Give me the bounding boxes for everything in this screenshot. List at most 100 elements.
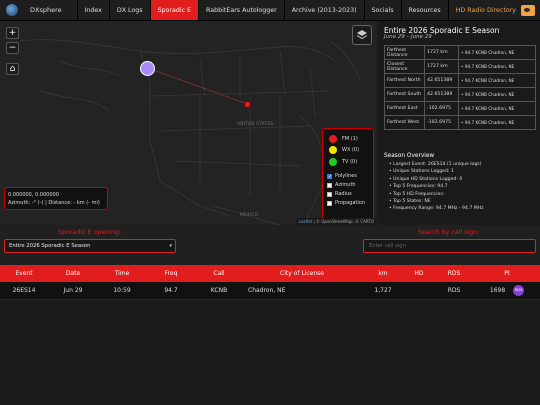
polyline: [147, 67, 248, 105]
stat-label: Closest Distance: [384, 59, 425, 74]
receiver-location-marker[interactable]: [140, 61, 155, 76]
propagation-label: Propagation: [335, 200, 365, 206]
stat-row: Farthest North 42.651389 • 94.7 KCNB Chadr…: [384, 73, 536, 88]
opening-select[interactable]: Entire 2026 Sporadic E Season ▾: [4, 239, 176, 253]
stat-station: • 94.7 KCNB Chadron, NE: [458, 45, 536, 60]
col-event[interactable]: Event: [0, 265, 48, 282]
cell-pi: 1698 RDS: [474, 282, 540, 300]
option-azimuth[interactable]: Azimuth: [327, 181, 369, 190]
chevron-down-icon: ▾: [169, 243, 172, 249]
season-stats-table: Farthest Distance 1727 km • 94.7 KCNB Chad…: [384, 45, 536, 130]
stat-label: Farthest Distance: [384, 45, 425, 60]
polylines-checkbox[interactable]: ✓: [327, 173, 332, 179]
stat-label: Farthest East: [384, 101, 425, 116]
option-polylines[interactable]: ✓ Polylines: [327, 172, 369, 181]
zoom-out-button[interactable]: −: [6, 42, 19, 54]
stat-station: • 94.7 KCNB Chadron, NE: [458, 115, 536, 130]
cell-freq: 94.7: [146, 282, 196, 300]
option-propagation[interactable]: Propagation: [327, 199, 369, 208]
stat-row: Farthest East -102.6975 • 94.7 KCNB Chadro…: [384, 101, 536, 116]
home-icon[interactable]: ⌂: [6, 63, 19, 75]
station-marker-fm[interactable]: [244, 101, 251, 108]
col-freq[interactable]: Freq: [146, 265, 196, 282]
overview-item: Largest Event: 26ES14 (1 unique logs): [389, 161, 484, 168]
map-legend: FM (1) WX (0) TV (0) ✓ Polylines Azimuth…: [322, 128, 374, 223]
nav-archive[interactable]: Archive (2013-2023): [283, 0, 364, 20]
col-time[interactable]: Time: [98, 265, 146, 282]
stat-row: Closest Distance 1727 km • 94.7 KCNB Chadr…: [384, 59, 536, 74]
polylines-label: Polylines: [335, 173, 357, 179]
map-attribution: Leaflet | © OpenStreetMap, © CARTO: [295, 218, 377, 225]
overview-item: Top 5 HD Frequencies:: [389, 191, 484, 198]
legend-wx: WX (0): [327, 145, 369, 157]
stat-label: Farthest North: [384, 73, 425, 88]
stat-station: • 94.7 KCNB Chadron, NE: [458, 73, 536, 88]
stat-value: -102.6975: [424, 101, 459, 116]
nav-hd-radio-label: HD Radio Directory: [455, 6, 516, 14]
col-call[interactable]: Call: [196, 265, 242, 282]
pi-code: 1698: [489, 286, 506, 294]
opening-select-value: Entire 2026 Sporadic E Season: [9, 243, 91, 249]
col-rds[interactable]: RDS: [434, 265, 474, 282]
cell-city: Chadron, NE: [242, 282, 362, 300]
leaflet-link[interactable]: Leaflet: [299, 219, 313, 224]
overview-item: Frequency Range: 94.7 MHz - 94.7 MHz: [389, 205, 483, 212]
overview-item: Top 5 Frequencies: 94.7: [389, 183, 484, 190]
opening-label: Sporadic E opening:: [58, 229, 122, 236]
cell-event: 26ES14: [0, 282, 48, 300]
nav-dx-logs[interactable]: DX Logs: [108, 0, 150, 20]
legend-fm: FM (1): [327, 133, 369, 145]
map-label-us: UNITED STATES: [237, 121, 274, 126]
stat-label: Farthest West: [384, 115, 425, 130]
col-km[interactable]: km: [362, 265, 404, 282]
col-pi[interactable]: PI: [474, 265, 540, 282]
map[interactable]: UNITED STATES MEXICO + − ⌂ 0.000000, 0.0…: [0, 21, 377, 225]
season-overview-list: Largest Event: 26ES14 (1 unique logs) Un…: [389, 161, 484, 213]
cell-date: Jun 29: [48, 282, 98, 300]
legend-tv: TV (0): [327, 156, 369, 168]
overview-item: Unique Stations Logged: 1: [389, 168, 484, 175]
nav-resources[interactable]: Resources: [400, 0, 448, 20]
propagation-checkbox[interactable]: [327, 200, 332, 206]
radius-checkbox[interactable]: [327, 191, 332, 197]
tv-dot-icon: [329, 157, 337, 166]
coordinate-readout: 0.000000, 0.000000 Azimuth: -° (-) | Dis…: [4, 187, 108, 210]
stat-row: Farthest South 42.651389 • 94.7 KCNB Chadr…: [384, 87, 536, 102]
azimuth-label: Azimuth: [335, 182, 356, 188]
legend-wx-label: WX (0): [342, 147, 360, 154]
stat-value: 42.651389: [424, 87, 459, 102]
nav-sporadic-e[interactable]: Sporadic E: [149, 0, 199, 20]
log-table: Event Date Time Freq Call City of Licens…: [0, 265, 540, 300]
zoom-in-button[interactable]: +: [6, 27, 19, 39]
brand[interactable]: DXsphere: [0, 0, 77, 20]
azimuth-text: Azimuth: -° (-) | Distance: - km (- mi): [8, 200, 100, 206]
call-sign-search-input[interactable]: Enter call sign: [363, 239, 536, 253]
layers-icon[interactable]: [352, 25, 372, 45]
nav-socials[interactable]: Socials: [363, 0, 401, 20]
legend-tv-label: TV (0): [342, 158, 358, 165]
azimuth-checkbox[interactable]: [327, 182, 332, 188]
rds-badge-icon[interactable]: RDS: [513, 284, 525, 296]
globe-logo-icon: [6, 4, 18, 16]
stat-value: 1727 km: [424, 45, 459, 60]
radio-icon: [521, 4, 535, 16]
overview-item: Unique HD Stations Logged: 0: [389, 176, 484, 183]
col-city[interactable]: City of License: [242, 265, 362, 282]
nav-hd-radio-directory[interactable]: HD Radio Directory: [447, 0, 540, 20]
col-date[interactable]: Date: [48, 265, 98, 282]
season-panel: Entire 2026 Sporadic E Season June 29 – …: [379, 21, 540, 225]
col-hd[interactable]: HD: [404, 265, 434, 282]
nav-rabbitears-autologger[interactable]: RabbitEars Autologger: [198, 0, 284, 20]
filter-bar: Sporadic E opening: Entire 2026 Sporadic…: [0, 225, 540, 265]
cell-km: 1,727: [362, 282, 404, 300]
stat-value: -102.6975: [424, 115, 459, 130]
map-label-mexico: MEXICO: [240, 212, 259, 217]
stat-value: 42.651389: [424, 73, 459, 88]
stat-station: • 94.7 KCNB Chadron, NE: [458, 87, 536, 102]
nav-index[interactable]: Index: [76, 0, 109, 20]
stat-station: • 94.7 KCNB Chadron, NE: [458, 101, 536, 116]
cell-call: KCNB: [196, 282, 242, 300]
table-row[interactable]: 26ES14 Jun 29 10:59 94.7 KCNB Chadron, N…: [0, 282, 540, 300]
option-radius[interactable]: Radius: [327, 190, 369, 199]
wx-dot-icon: [329, 146, 337, 155]
